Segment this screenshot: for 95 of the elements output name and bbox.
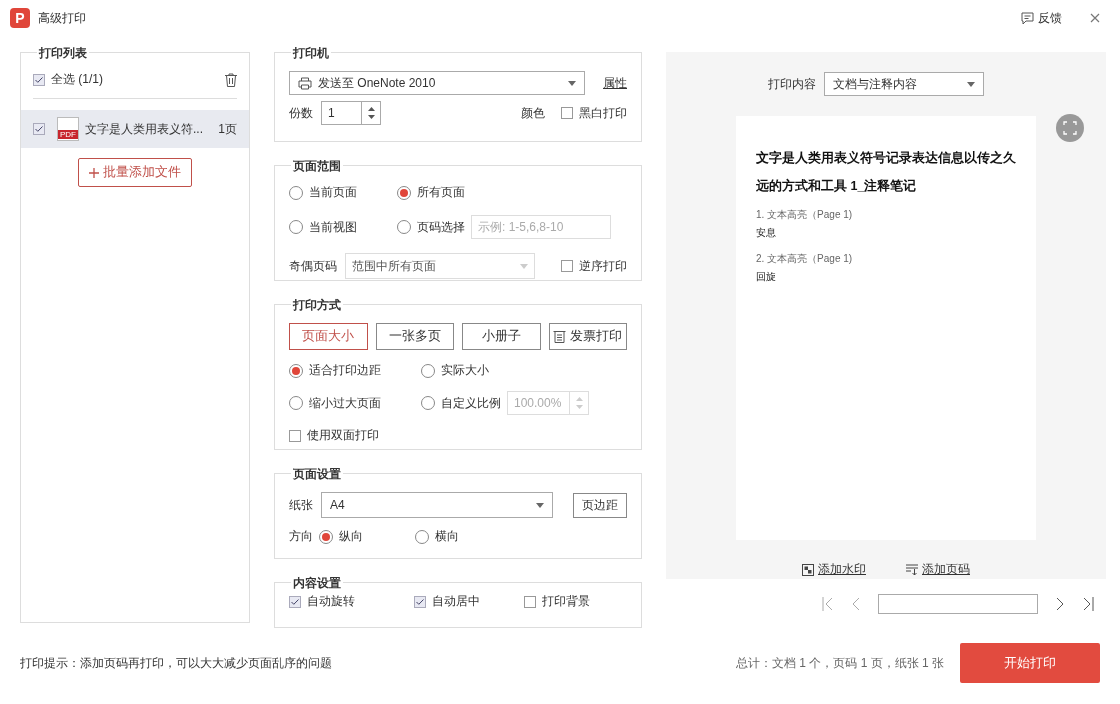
feedback-icon [1021,11,1034,25]
radio-button[interactable] [397,185,411,200]
last-page-icon[interactable] [1082,597,1094,611]
print-tip: 打印提示：添加页码再打印，可以大大减少页面乱序的问题 [20,654,332,672]
section-title: 内容设置 [291,575,343,592]
section-title: 页面范围 [291,158,343,175]
feedback-button[interactable]: 反馈 [1021,9,1062,27]
duplex-label: 使用双面打印 [307,427,379,444]
batch-add-files-button[interactable]: 批量添加文件 [78,158,192,187]
section-title: 打印方式 [291,297,343,314]
checkbox[interactable] [33,123,45,135]
copies-spinner[interactable]: 1 [321,101,381,125]
option-label: 自动旋转 [307,593,355,610]
option-label: 当前视图 [309,218,357,236]
receipt-icon [553,330,567,343]
section-title: 打印机 [291,45,331,62]
checkbox[interactable] [524,595,536,608]
plus-icon [89,167,99,178]
section-title: 打印列表 [37,45,89,62]
mode-tab[interactable]: 小册子 [462,323,541,350]
color-label: 颜色 [521,104,545,122]
radio-button[interactable] [289,220,303,234]
orientation-label: 方向 [289,528,313,545]
first-page-icon[interactable] [822,597,834,611]
odd-even-dropdown[interactable]: 范围中所有页面 [345,253,535,279]
checkbox[interactable] [561,260,573,272]
checkbox[interactable] [289,595,301,608]
note-text: 安息 [756,226,777,240]
document-title: 文字是人类用表义符号记录表达信息以传之久远的方式和工具 1_注释笔记 [756,149,1016,195]
radio-button[interactable] [289,185,303,200]
section-title: 页面设置 [291,466,343,483]
print-summary: 总计：文档 1 个，页码 1 页，纸张 1 张 [735,654,944,672]
file-item[interactable]: PDF 文字是人类用表义符... 1页 [21,110,249,148]
file-name: 文字是人类用表义符... [85,120,204,138]
radio-button[interactable] [397,220,411,234]
add-page-number-link[interactable]: 添加页码 [922,561,970,578]
note-heading: 1. 文本高亮（Page 1) [756,208,854,222]
reverse-print-label: 逆序打印 [579,257,627,275]
monochrome-print-label: 黑白打印 [579,104,627,122]
option-label: 适合打印边距 [309,362,381,379]
caret-icon [536,502,544,508]
option-label: 自动居中 [432,593,480,610]
printer-dropdown[interactable]: 发送至 OneNote 2010 [289,71,585,95]
caret-icon [967,81,975,87]
option-label: 当前页面 [309,184,357,201]
mode-tab[interactable]: 发票打印 [548,323,627,350]
paper-dropdown[interactable]: A4 [321,492,553,518]
odd-even-label: 奇偶页码 [289,257,337,275]
pdf-file-icon: PDF [57,117,79,141]
option-label: 缩小过大页面 [309,394,381,412]
mode-tab[interactable]: 页面大小 [289,323,368,350]
option-label: 页码选择 [417,218,465,236]
note-heading: 2. 文本高亮（Page 1) [756,252,854,266]
option-label: 自定义比例 [441,394,501,412]
watermark-icon [802,563,814,576]
trash-icon[interactable] [225,72,237,87]
paper-label: 纸张 [289,496,313,514]
option-label: 打印背景 [542,593,590,610]
radio-button[interactable] [415,529,429,544]
checkbox[interactable] [33,73,45,86]
checkbox[interactable] [561,107,573,119]
select-all-label: 全选 (1/1) [51,71,103,88]
close-icon[interactable] [1090,13,1100,23]
window-title: 高级打印 [38,9,86,27]
checkbox[interactable] [414,595,426,608]
print-content-dropdown[interactable]: 文档与注释内容 [824,72,984,96]
radio-button[interactable] [319,529,333,544]
mode-tab[interactable]: 一张多页 [375,323,454,350]
page-number-field[interactable] [878,594,1038,614]
option-label: 所有页面 [417,184,465,201]
page-number-icon [906,563,918,576]
add-watermark-link[interactable]: 添加水印 [818,561,866,578]
copies-label: 份数 [289,104,313,122]
next-page-icon[interactable] [1056,597,1064,611]
print-content-label: 打印内容 [768,75,816,93]
app-logo: P [10,8,30,28]
margins-button[interactable]: 页边距 [573,492,627,518]
checkbox[interactable] [289,429,301,442]
radio-button[interactable] [289,396,303,410]
fullscreen-icon[interactable] [1056,114,1084,142]
option-label: 横向 [435,528,459,545]
page-selection-field[interactable]: 示例: 1-5,6,8-10 [471,215,611,239]
radio-button[interactable] [421,396,435,410]
page-count: 1页 [218,120,237,138]
radio-button[interactable] [289,363,303,378]
caret-icon [520,263,528,269]
previous-page-icon[interactable] [852,597,860,611]
printer-icon [298,76,312,90]
note-text: 回旋 [756,270,777,284]
caret-icon [568,80,576,86]
option-label: 纵向 [339,528,363,545]
properties-link[interactable]: 属性 [603,74,627,92]
radio-button[interactable] [421,363,435,378]
start-print-button[interactable]: 开始打印 [960,643,1100,683]
option-label: 实际大小 [441,362,489,379]
